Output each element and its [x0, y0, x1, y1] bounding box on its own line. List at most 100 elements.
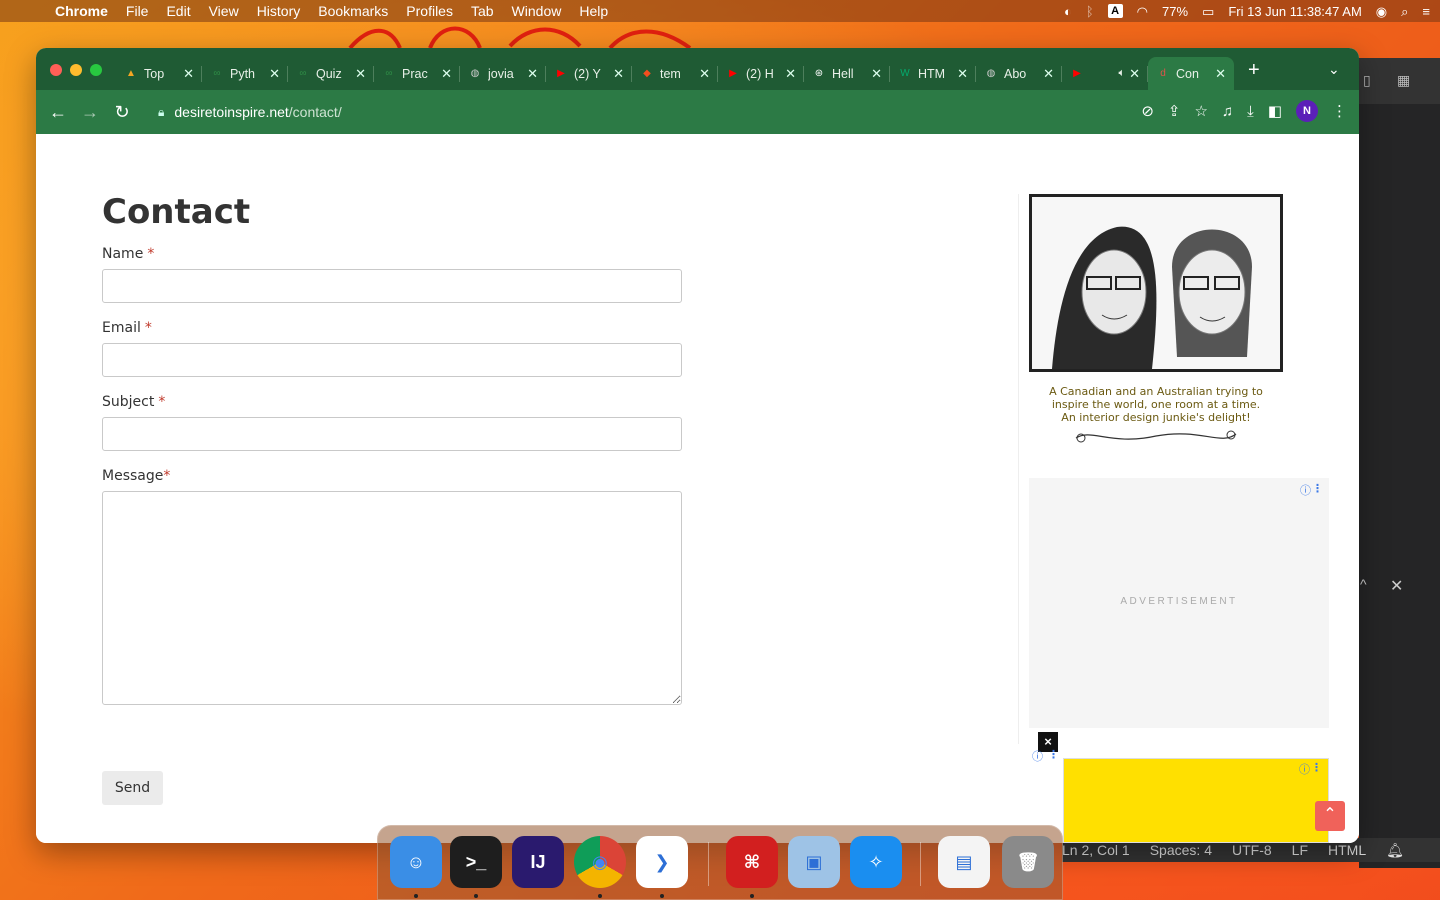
globe-status-icon[interactable]: ◐: [1064, 5, 1072, 18]
layout-icon[interactable]: ▦: [1397, 72, 1410, 89]
ad-info-icon[interactable]: ⓘ: [1300, 482, 1311, 498]
menu-edit[interactable]: Edit: [157, 3, 199, 19]
browser-tab[interactable]: ∞ Quiz ✕: [288, 57, 374, 90]
acrobat-icon[interactable]: ⌘: [726, 836, 778, 888]
url-text[interactable]: desiretoinspire.net/contact/: [174, 104, 341, 120]
tab-close-icon[interactable]: ✕: [1215, 66, 1226, 82]
reload-button[interactable]: ↻: [110, 100, 134, 124]
chrome-icon[interactable]: ◉: [574, 836, 626, 888]
spotlight-search-icon[interactable]: ⌕: [1401, 5, 1408, 18]
side-panel-icon[interactable]: ◧: [1268, 102, 1282, 120]
tab-close-icon[interactable]: ✕: [269, 66, 280, 82]
bookmark-star-icon[interactable]: ☆: [1194, 102, 1207, 120]
menu-window[interactable]: Window: [503, 3, 571, 19]
menu-view[interactable]: View: [200, 3, 248, 19]
editor-panel-arrow-icon[interactable]: ^: [1360, 576, 1367, 592]
download-icon[interactable]: ⤓: [1247, 103, 1254, 120]
browser-tab[interactable]: ∞ Prac ✕: [374, 57, 460, 90]
scroll-to-top-icon[interactable]: ⌃: [1315, 801, 1345, 831]
tab-close-icon[interactable]: ✕: [785, 66, 796, 82]
minimize-window-button[interactable]: [70, 64, 82, 76]
browser-tab[interactable]: ⊛ Hell ✕: [804, 57, 890, 90]
siri-icon[interactable]: ◉: [1376, 5, 1387, 18]
tab-close-icon[interactable]: ✕: [871, 66, 882, 82]
send-button[interactable]: Send: [102, 771, 163, 805]
editor-panel-close-icon[interactable]: ✕: [1390, 576, 1403, 596]
menu-clock[interactable]: Fri 13 Jun 11:38:47 AM: [1228, 4, 1361, 19]
close-window-button[interactable]: [50, 64, 62, 76]
browser-tab[interactable]: ▶ (2) Y ✕: [546, 57, 632, 90]
input-source-icon[interactable]: A: [1107, 4, 1123, 18]
safari-icon[interactable]: ✧: [850, 836, 902, 888]
terminal-icon[interactable]: >_: [450, 836, 502, 888]
profile-avatar[interactable]: N: [1296, 100, 1318, 122]
back-button[interactable]: ←: [46, 100, 70, 124]
authors-portrait-image[interactable]: [1029, 194, 1283, 372]
tab-close-icon[interactable]: ✕: [613, 66, 624, 82]
lock-icon[interactable]: 🔒︎: [158, 105, 164, 120]
media-controls-icon[interactable]: ♫: [1222, 103, 1233, 120]
battery-percent[interactable]: 77%: [1162, 4, 1188, 19]
menu-tab[interactable]: Tab: [462, 3, 503, 19]
battery-icon[interactable]: ▭: [1202, 5, 1214, 18]
zoom-window-button[interactable]: [90, 64, 102, 76]
sticky-advertisement[interactable]: ⓘ ⋮: [1063, 758, 1329, 843]
menu-history[interactable]: History: [248, 3, 310, 19]
subject-field[interactable]: [102, 417, 682, 451]
menu-help[interactable]: Help: [570, 3, 617, 19]
browser-tab[interactable]: W HTM ✕: [890, 57, 976, 90]
browser-tab[interactable]: ▶ 🔈︎ ✕: [1062, 57, 1148, 90]
tab-close-icon[interactable]: ✕: [183, 66, 194, 82]
browser-tab[interactable]: ◍ jovia ✕: [460, 57, 546, 90]
tab-close-icon[interactable]: ✕: [355, 66, 366, 82]
finder-icon[interactable]: ☺: [390, 836, 442, 888]
tab-close-icon[interactable]: ✕: [699, 66, 710, 82]
browser-tab[interactable]: ▶ (2) H ✕: [718, 57, 804, 90]
forward-button[interactable]: →: [78, 100, 102, 124]
tab-audio-icon[interactable]: 🔈︎: [1118, 67, 1125, 80]
bluetooth-icon[interactable]: ᛒ: [1086, 5, 1094, 18]
trash-icon[interactable]: 🗑︎: [1002, 836, 1054, 888]
vscode-icon[interactable]: ❯: [636, 836, 688, 888]
status-language[interactable]: HTML: [1328, 842, 1366, 858]
control-center-icon[interactable]: ≡: [1422, 5, 1430, 18]
tab-close-icon[interactable]: ✕: [1129, 66, 1140, 82]
tab-search-chevron-icon[interactable]: ⌄: [1328, 61, 1340, 78]
status-eol[interactable]: LF: [1292, 842, 1308, 858]
status-encoding[interactable]: UTF-8: [1232, 842, 1272, 858]
tab-close-icon[interactable]: ✕: [441, 66, 452, 82]
status-cursor-position[interactable]: Ln 2, Col 1: [1062, 842, 1130, 858]
browser-tab[interactable]: ▲ Top ✕: [116, 57, 202, 90]
ad2-menu-icon[interactable]: ⋮: [1048, 748, 1059, 761]
tab-close-icon[interactable]: ✕: [1043, 66, 1054, 82]
menu-app-chrome[interactable]: Chrome: [46, 3, 117, 19]
menu-bookmarks[interactable]: Bookmarks: [309, 3, 397, 19]
status-indent[interactable]: Spaces: 4: [1150, 842, 1212, 858]
tab-close-icon[interactable]: ✕: [957, 66, 968, 82]
ad-menu-icon[interactable]: ⋮: [1312, 482, 1323, 495]
notifications-bell-icon[interactable]: 🔔︎: [1386, 842, 1404, 859]
browser-tab[interactable]: ◍ Abo ✕: [976, 57, 1062, 90]
blocked-content-icon[interactable]: ⊘: [1141, 102, 1154, 120]
preview-icon[interactable]: ▣: [788, 836, 840, 888]
intellij-icon[interactable]: IJ: [512, 836, 564, 888]
browser-tab[interactable]: d Con ✕: [1148, 57, 1234, 90]
advertisement-box[interactable]: ⓘ ⋮ ADVERTISEMENT: [1029, 478, 1329, 728]
name-field[interactable]: [102, 269, 682, 303]
more-menu-icon[interactable]: ⋮: [1332, 102, 1347, 120]
chrome-window-icon[interactable]: ▤: [938, 836, 990, 888]
sticky-ad-menu-icon[interactable]: ⋮: [1311, 761, 1322, 774]
address-bar[interactable]: 🔒︎ desiretoinspire.net/contact/: [146, 96, 1096, 128]
browser-tab[interactable]: ◆ tem ✕: [632, 57, 718, 90]
browser-tab[interactable]: ∞ Pyth ✕: [202, 57, 288, 90]
message-textarea[interactable]: [102, 491, 682, 705]
share-icon[interactable]: ⇪: [1168, 102, 1181, 120]
wifi-icon[interactable]: ◠: [1137, 5, 1148, 18]
ad2-info-icon[interactable]: ⓘ: [1032, 748, 1043, 764]
menu-file[interactable]: File: [117, 3, 158, 19]
menu-profiles[interactable]: Profiles: [397, 3, 462, 19]
email-field[interactable]: [102, 343, 682, 377]
tab-close-icon[interactable]: ✕: [527, 66, 538, 82]
split-editor-icon[interactable]: ▯: [1363, 72, 1371, 89]
sticky-ad-info-icon[interactable]: ⓘ: [1299, 761, 1310, 777]
